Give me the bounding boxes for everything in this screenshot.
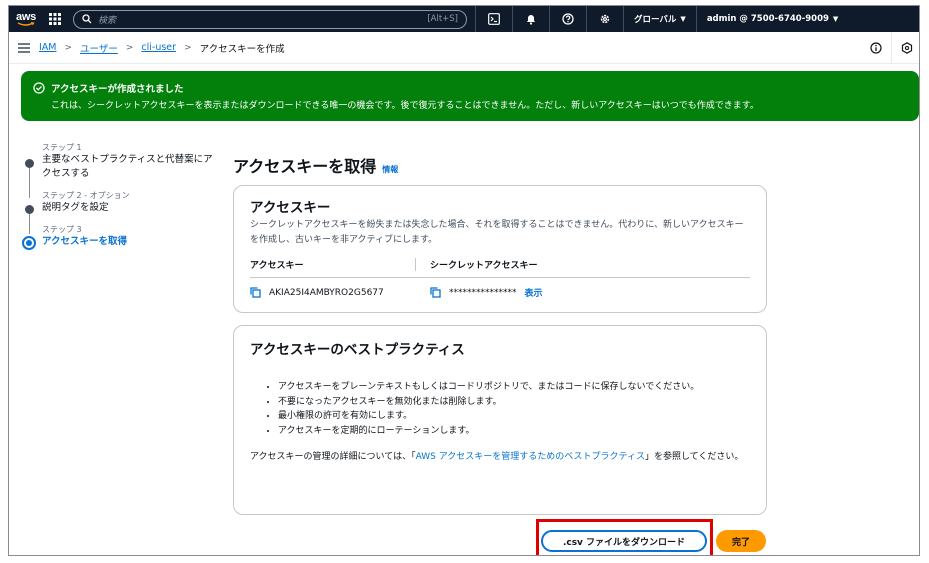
- account-label: admin @ 7500-6740-9009: [706, 14, 829, 24]
- show-secret-link[interactable]: 表示: [525, 286, 543, 299]
- step-number: ステップ 2 - オプション: [42, 191, 130, 200]
- breadcrumb: IAM > ユーザー > cli-user > アクセスキーを作成: [39, 41, 285, 55]
- done-button[interactable]: 完了: [716, 530, 766, 552]
- secret-key-masked: ***************: [449, 287, 517, 298]
- best-practices-card: アクセスキーのベストプラクティス アクセスキーをプレーンテキストもしくはコードリ…: [233, 325, 767, 515]
- list-item: 最小権限の許可を有効にします。: [278, 409, 750, 424]
- breadcrumb-current: アクセスキーを作成: [199, 43, 285, 55]
- wizard-step-2[interactable]: ステップ 2 - オプション 説明タグを設定: [21, 190, 221, 234]
- search-input[interactable]: 検索 [Alt+S]: [73, 9, 467, 29]
- search-shortcut: [Alt+S]: [427, 14, 458, 24]
- aws-logo[interactable]: aws: [9, 6, 43, 32]
- card-title: アクセスキーのベストプラクティス: [250, 342, 465, 358]
- wizard-steps: ステップ 1 主要なベストプラクティスと代替案にアクセスする ステップ 2 - …: [21, 142, 221, 258]
- success-flashbar: アクセスキーが作成されました これは、シークレットアクセスキーを表示またはダウン…: [21, 71, 919, 121]
- region-selector[interactable]: グローバル ▼: [623, 6, 696, 32]
- wizard-step-3: ステップ 3 アクセスキーを取得: [21, 224, 221, 250]
- step-number: ステップ 1: [42, 143, 82, 152]
- step-current-icon: [22, 236, 36, 250]
- card-description: シークレットアクセスキーを紛失または失念した場合、それを取得することはできません…: [250, 220, 744, 245]
- aws-logo-text: aws: [16, 11, 36, 23]
- help-icon[interactable]: [549, 6, 586, 32]
- key-table-row: AKIA25I4AMBYRO2G5677 *************** 表示: [250, 286, 750, 299]
- best-practices-link[interactable]: AWS アクセスキーを管理するためのベストプラクティス: [416, 452, 645, 462]
- step-label: アクセスキーを取得: [42, 236, 128, 247]
- download-csv-button[interactable]: .csv ファイルをダウンロード: [541, 530, 707, 552]
- bell-icon[interactable]: [512, 6, 549, 32]
- search-icon: [82, 14, 92, 24]
- copy-icon[interactable]: [430, 287, 441, 298]
- list-item: アクセスキーを定期的にローテーションします。: [278, 424, 750, 439]
- step-label: 主要なベストプラクティスと代替案にアクセスする: [42, 154, 213, 179]
- step-number: ステップ 3: [42, 225, 82, 234]
- page-title: アクセスキーを取得 情報: [233, 153, 398, 177]
- cloudshell-icon[interactable]: [475, 6, 512, 32]
- chevron-right-icon: >: [184, 42, 192, 53]
- step-dot-icon: [25, 205, 34, 214]
- breadcrumb-users[interactable]: ユーザー: [80, 41, 118, 55]
- copy-icon[interactable]: [250, 287, 261, 298]
- gear-icon[interactable]: [586, 6, 623, 32]
- access-key-header: アクセスキー: [250, 258, 416, 271]
- chevron-right-icon: >: [64, 42, 73, 53]
- browser-frame: aws 検索 [Alt+S] グローバル ▼ admin @ 7500-6740…: [8, 5, 920, 556]
- chevron-right-icon: >: [125, 42, 134, 53]
- info-link[interactable]: 情報: [382, 164, 398, 175]
- best-practices-note: アクセスキーの管理の詳細については、「AWS アクセスキーを管理するためのベスト…: [250, 450, 750, 465]
- access-key-value: AKIA25I4AMBYRO2G5677: [269, 287, 384, 298]
- breadcrumb-cli-user[interactable]: cli-user: [141, 42, 176, 53]
- card-title: アクセスキー: [250, 200, 331, 216]
- services-grid-icon[interactable]: [43, 6, 67, 32]
- step-dot-icon: [25, 159, 34, 168]
- caret-down-icon: ▼: [832, 15, 839, 23]
- flash-message: これは、シークレットアクセスキーを表示またはダウンロードできる唯一の機会です。後…: [51, 101, 759, 111]
- region-label: グローバル: [634, 15, 677, 25]
- access-key-card: アクセスキー シークレットアクセスキーを紛失または失念した場合、それを取得するこ…: [233, 185, 767, 313]
- top-navigation: aws 検索 [Alt+S] グローバル ▼ admin @ 7500-6740…: [9, 6, 919, 32]
- info-panel-icon[interactable]: [861, 42, 891, 54]
- search-placeholder: 検索: [98, 15, 117, 26]
- caret-down-icon: ▼: [680, 15, 686, 23]
- menu-icon[interactable]: [9, 42, 39, 53]
- step-label: 説明タグを設定: [42, 202, 109, 213]
- flash-title: アクセスキーが作成されました: [51, 84, 184, 95]
- settings-hex-icon[interactable]: [891, 32, 919, 64]
- page-title-text: アクセスキーを取得: [233, 157, 377, 176]
- breadcrumb-iam[interactable]: IAM: [39, 42, 57, 53]
- list-item: アクセスキーをプレーンテキストもしくはコードリポジトリで、またはコードに保存しな…: [278, 380, 768, 395]
- aws-smile-icon: [17, 22, 35, 26]
- best-practices-list: アクセスキーをプレーンテキストもしくはコードリポジトリで、またはコードに保存しな…: [278, 380, 750, 438]
- list-item: 不要になったアクセスキーを無効化または削除します。: [278, 395, 750, 410]
- breadcrumb-bar: IAM > ユーザー > cli-user > アクセスキーを作成: [9, 32, 919, 64]
- check-circle-icon: [33, 82, 45, 94]
- account-menu[interactable]: admin @ 7500-6740-9009 ▼: [695, 6, 848, 32]
- key-table-header: アクセスキー シークレットアクセスキー: [250, 258, 750, 278]
- secret-key-header: シークレットアクセスキー: [430, 261, 538, 271]
- wizard-step-1[interactable]: ステップ 1 主要なベストプラクティスと代替案にアクセスする: [21, 142, 221, 198]
- note-suffix: 」を参照してください。: [644, 452, 744, 462]
- note-prefix: アクセスキーの管理の詳細については、「: [250, 452, 416, 462]
